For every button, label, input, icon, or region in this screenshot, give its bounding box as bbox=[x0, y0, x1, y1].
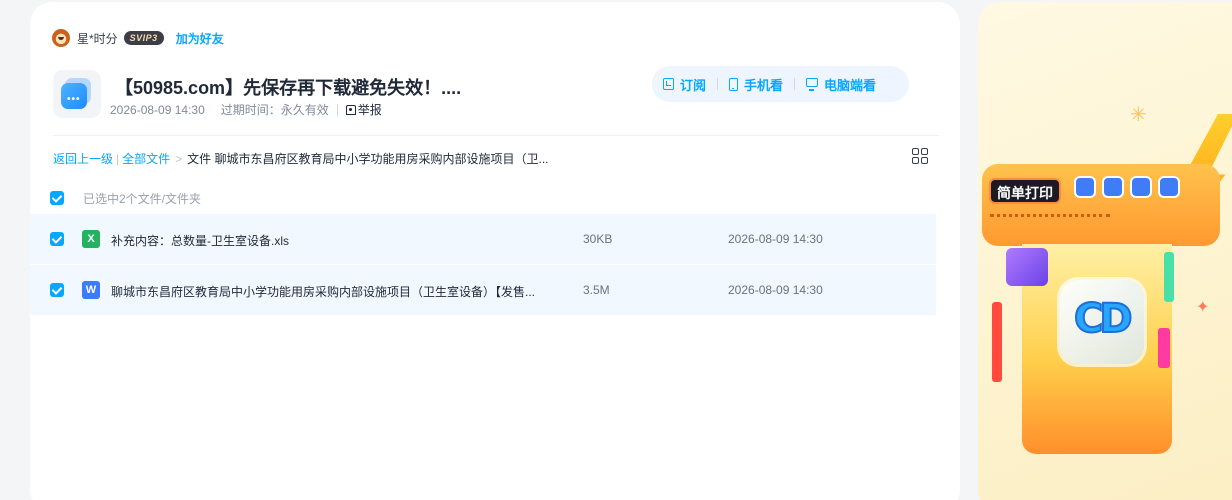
file-row[interactable]: W 聊城市东昌府区教育局中小学功能用房采购内部设施项目（卫生室设备）【发售...… bbox=[30, 265, 936, 316]
report-label: 举报 bbox=[357, 103, 382, 117]
file-row[interactable]: X 补充内容：总数量-卫生室设备.xls 30KB 2026-08-09 14:… bbox=[30, 214, 936, 265]
mobile-view-label: 手机看 bbox=[744, 77, 784, 93]
vip-badge: SVIP3 bbox=[123, 31, 164, 45]
view-options: 订阅 手机看 电脑端看 bbox=[652, 66, 909, 102]
print-app-logo: CD bbox=[1060, 280, 1144, 364]
report-icon bbox=[345, 104, 356, 115]
ad-banner[interactable]: ✳ ✦ CD 简单打印 bbox=[978, 2, 1232, 500]
add-friend-link[interactable]: 加为好友 bbox=[176, 30, 224, 47]
phone-icon bbox=[729, 77, 739, 91]
subscribe-button[interactable]: 订阅 bbox=[663, 75, 706, 94]
pill-divider bbox=[794, 78, 796, 90]
breadcrumb-divider: | bbox=[116, 151, 120, 166]
file-name[interactable]: 聊城市东昌府区教育局中小学功能用房采购内部设施项目（卫生室设备）【发售... bbox=[111, 283, 535, 300]
share-date: 2026-08-09 14:30 bbox=[110, 102, 205, 117]
shared-folder-icon: ••• bbox=[53, 70, 101, 118]
monitor-icon bbox=[806, 78, 819, 91]
subscribe-label: 订阅 bbox=[680, 77, 707, 93]
image-icon bbox=[1158, 176, 1180, 198]
ad-feature-icons bbox=[1074, 176, 1186, 198]
owner-name: 星*时分 bbox=[77, 31, 118, 46]
header-divider bbox=[53, 135, 939, 136]
select-all-row: 已选中2个文件/文件夹 bbox=[50, 190, 201, 206]
file-size: 3.5M bbox=[583, 283, 610, 297]
file-size: 30KB bbox=[583, 232, 613, 246]
report-button[interactable]: 举报 bbox=[345, 101, 382, 118]
breadcrumb: 返回上一级 | 全部文件 > 文件 聊城市东昌府区教育局中小学功能用房采购内部设… bbox=[53, 150, 549, 167]
share-owner: 星*时分 SVIP3 加为好友 bbox=[52, 28, 224, 48]
all-files-link[interactable]: 全部文件 bbox=[122, 150, 170, 167]
desktop-view-label: 电脑端看 bbox=[824, 77, 877, 93]
expire-time: 过期时间：永久有效 bbox=[220, 103, 329, 117]
selection-summary: 已选中2个文件/文件夹 bbox=[83, 191, 202, 206]
file-date: 2026-08-09 14:30 bbox=[728, 283, 823, 297]
xls-file-icon: X bbox=[82, 230, 100, 248]
pill-divider bbox=[717, 78, 719, 90]
grid-view-icon[interactable] bbox=[912, 148, 929, 165]
mobile-view-button[interactable]: 手机看 bbox=[729, 75, 783, 94]
breadcrumb-arrow-icon: > bbox=[175, 151, 183, 166]
desktop-view-button[interactable]: 电脑端看 bbox=[806, 75, 876, 94]
cloud-print-icon bbox=[1074, 176, 1096, 198]
file-checkbox[interactable] bbox=[50, 283, 64, 297]
file-list: X 补充内容：总数量-卫生室设备.xls 30KB 2026-08-09 14:… bbox=[30, 214, 936, 316]
file-checkbox[interactable] bbox=[50, 232, 64, 246]
file-date: 2026-08-09 14:30 bbox=[728, 232, 823, 246]
current-folder: 文件 聊城市东昌府区教育局中小学功能用房采购内部设施项目（卫... bbox=[187, 152, 549, 166]
chat-icon bbox=[1130, 176, 1152, 198]
meta-divider bbox=[336, 103, 338, 116]
file-name[interactable]: 补充内容：总数量-卫生室设备.xls bbox=[111, 232, 289, 249]
subscribe-icon bbox=[663, 78, 674, 90]
share-meta: 2026-08-09 14:30 过期时间：永久有效 举报 bbox=[110, 101, 382, 118]
word-file-icon: W bbox=[82, 281, 100, 299]
sparkle-icon: ✳ bbox=[1130, 104, 1147, 126]
avatar[interactable] bbox=[52, 29, 70, 47]
back-link[interactable]: 返回上一级 bbox=[53, 150, 113, 167]
select-all-checkbox[interactable] bbox=[50, 191, 64, 205]
document-icon bbox=[1102, 176, 1124, 198]
ad-title: 简单打印 bbox=[989, 178, 1061, 204]
share-title: 【50985.com】先保存再下载避免失效！.... bbox=[115, 78, 462, 98]
